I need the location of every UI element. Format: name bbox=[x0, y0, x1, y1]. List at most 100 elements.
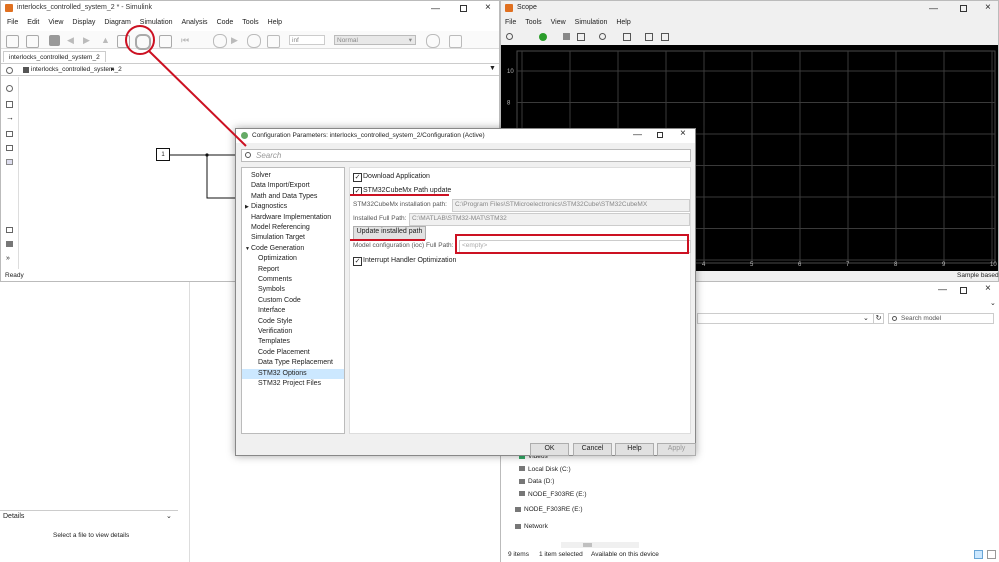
dialog-maximize-button[interactable] bbox=[657, 132, 663, 138]
build-icon[interactable] bbox=[449, 35, 462, 48]
scope-autoscale-icon[interactable] bbox=[623, 33, 631, 41]
tree-item-model-referencing[interactable]: Model Referencing bbox=[242, 223, 344, 233]
large-icons-view-icon[interactable] bbox=[987, 550, 996, 559]
explorer-close-button[interactable]: × bbox=[985, 283, 991, 294]
address-dropdown-icon[interactable]: ⌄ bbox=[863, 314, 869, 322]
stop-icon[interactable] bbox=[247, 34, 261, 48]
simulink-menu-help[interactable]: Help bbox=[268, 19, 282, 26]
scope-minimize-button[interactable]: — bbox=[929, 3, 938, 13]
dialog-minimize-button[interactable]: — bbox=[633, 129, 642, 139]
installed-full-field[interactable]: C:\MATLAB\STM32-MAT\STM32 bbox=[409, 213, 690, 226]
explorer-minimize-button[interactable]: — bbox=[938, 284, 947, 294]
tree-item-code-placement[interactable]: Code Placement bbox=[242, 348, 344, 358]
explorer-expand-icon[interactable]: ⌄ bbox=[990, 299, 996, 307]
tree-item-data-type-replacement[interactable]: Data Type Replacement bbox=[242, 358, 344, 368]
open-icon[interactable] bbox=[26, 35, 39, 48]
tree-item-math-and-data-types[interactable]: Math and Data Types bbox=[242, 192, 344, 202]
simulink-menu-edit[interactable]: Edit bbox=[27, 19, 39, 26]
hide-browser-icon[interactable] bbox=[6, 67, 13, 74]
scope-menu-help[interactable]: Help bbox=[616, 19, 630, 26]
record-icon[interactable] bbox=[267, 35, 280, 48]
arrows-icon[interactable]: → bbox=[6, 113, 14, 122]
nav-item[interactable]: NODE_F303RE (E:) bbox=[519, 490, 587, 500]
scope-menu-file[interactable]: File bbox=[505, 19, 516, 26]
expand-icon[interactable]: » bbox=[6, 255, 10, 262]
interrupt-opt-checkbox[interactable]: ✓ bbox=[353, 257, 362, 266]
breadcrumb[interactable]: interlocks_controlled_system_2 bbox=[31, 66, 122, 73]
simulink-menu-simulation[interactable]: Simulation bbox=[140, 19, 173, 26]
new-model-icon[interactable] bbox=[6, 35, 19, 48]
tree-expander-icon[interactable]: ▼ bbox=[245, 244, 250, 254]
scope-maximize-button[interactable] bbox=[960, 5, 967, 12]
details-collapse-icon[interactable]: ⌄ bbox=[166, 512, 172, 520]
tree-item-hardware-implementation[interactable]: Hardware Implementation bbox=[242, 213, 344, 223]
scope-settings-icon[interactable] bbox=[506, 33, 513, 40]
library-browser-icon[interactable] bbox=[117, 35, 130, 48]
explorer-icon[interactable] bbox=[159, 35, 172, 48]
nav-item[interactable]: NODE_F303RE (E:) bbox=[515, 505, 583, 515]
scope-menu-tools[interactable]: Tools bbox=[525, 19, 541, 26]
scope-triggers-icon[interactable] bbox=[645, 33, 653, 41]
inport-block[interactable]: 1 bbox=[156, 148, 170, 161]
close-button[interactable]: × bbox=[485, 2, 491, 13]
simulink-menu-file[interactable]: File bbox=[7, 19, 18, 26]
sim-mode-select[interactable]: Normal ▾ bbox=[334, 35, 416, 45]
cubemx-path-field[interactable]: C:\Program Files\STMicroelectronics\STM3… bbox=[452, 199, 690, 212]
tree-item-custom-code[interactable]: Custom Code bbox=[242, 296, 344, 306]
explorer-scrollbar[interactable] bbox=[561, 542, 639, 548]
tree-item-interface[interactable]: Interface bbox=[242, 306, 344, 316]
explorer-search[interactable]: Search model bbox=[888, 313, 994, 324]
tree-item-simulation-target[interactable]: Simulation Target bbox=[242, 233, 344, 243]
cancel-button[interactable]: Cancel bbox=[573, 443, 612, 456]
update-installed-path-button[interactable]: Update installed path bbox=[353, 226, 426, 240]
scope-menu-view[interactable]: View bbox=[551, 19, 566, 26]
forward-icon[interactable]: ▶ bbox=[83, 35, 94, 46]
tree-item-stm32-project-files[interactable]: STM32 Project Files bbox=[242, 379, 344, 389]
simulink-menu-analysis[interactable]: Analysis bbox=[181, 19, 207, 26]
tree-expander-icon[interactable]: ▶ bbox=[245, 202, 249, 212]
scope-cursor-icon[interactable] bbox=[661, 33, 669, 41]
scope-run-icon[interactable] bbox=[539, 33, 547, 41]
cubemx-update-checkbox[interactable]: ✓ bbox=[353, 187, 362, 196]
tree-item-diagnostics[interactable]: ▶ Diagnostics bbox=[242, 202, 344, 212]
apply-button[interactable]: Apply bbox=[657, 443, 696, 456]
tree-item-optimization[interactable]: Optimization bbox=[242, 254, 344, 264]
scope-menu-simulation[interactable]: Simulation bbox=[575, 19, 608, 26]
step-forward-icon[interactable]: ▶ bbox=[231, 35, 242, 46]
back-icon[interactable]: ◀ bbox=[67, 35, 78, 46]
tree-item-symbols[interactable]: Symbols bbox=[242, 285, 344, 295]
minimize-button[interactable]: — bbox=[431, 3, 440, 13]
address-bar[interactable]: ⌄ bbox=[697, 313, 884, 324]
tree-item-comments[interactable]: Comments bbox=[242, 275, 344, 285]
tree-item-data-import-export[interactable]: Data Import/Export bbox=[242, 181, 344, 191]
up-icon[interactable]: ▲ bbox=[101, 35, 112, 46]
model-config-field[interactable]: <empty> bbox=[459, 240, 691, 253]
stop-time-field[interactable]: inf bbox=[289, 35, 325, 45]
maximize-button[interactable] bbox=[460, 5, 467, 12]
tree-item-code-style[interactable]: Code Style bbox=[242, 317, 344, 327]
nav-item[interactable]: Network bbox=[515, 522, 548, 532]
area-icon[interactable] bbox=[6, 159, 13, 165]
zoom-in-icon[interactable] bbox=[6, 85, 13, 92]
model-browser-icon[interactable] bbox=[6, 227, 13, 233]
simulink-menu-view[interactable]: View bbox=[48, 19, 63, 26]
download-app-checkbox[interactable]: ✓ bbox=[353, 173, 362, 182]
nav-item[interactable]: Local Disk (C:) bbox=[519, 465, 571, 475]
simulink-menu-tools[interactable]: Tools bbox=[242, 19, 258, 26]
simulink-menu-diagram[interactable]: Diagram bbox=[104, 19, 130, 26]
breadcrumb-dropdown-icon[interactable]: ▼ bbox=[489, 65, 496, 72]
simulink-menu-display[interactable]: Display bbox=[72, 19, 95, 26]
details-view-icon[interactable] bbox=[974, 550, 983, 559]
image-icon[interactable] bbox=[6, 145, 13, 151]
annotation-icon[interactable] bbox=[6, 131, 13, 137]
fit-view-icon[interactable] bbox=[6, 101, 13, 108]
screenshot-icon[interactable] bbox=[6, 241, 13, 247]
tree-item-verification[interactable]: Verification bbox=[242, 327, 344, 337]
model-settings-gear-icon[interactable] bbox=[135, 34, 151, 50]
tab-model[interactable]: interlocks_controlled_system_2 bbox=[3, 51, 106, 62]
tree-item-report[interactable]: Report bbox=[242, 265, 344, 275]
tree-item-templates[interactable]: Templates bbox=[242, 337, 344, 347]
scope-zoom-icon[interactable] bbox=[599, 33, 606, 40]
refresh-button[interactable]: ↻ bbox=[873, 313, 884, 324]
save-icon[interactable] bbox=[49, 35, 60, 46]
